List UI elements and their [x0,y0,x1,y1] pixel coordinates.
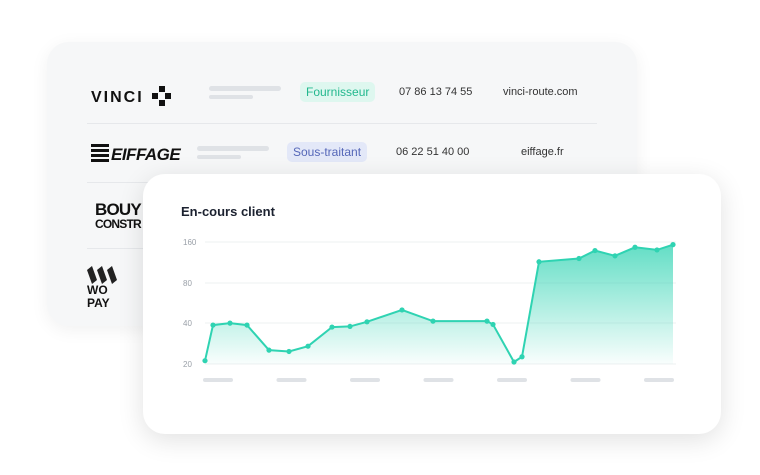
supplier-website[interactable]: vinci-route.com [503,86,578,98]
data-point[interactable] [305,343,311,349]
data-point[interactable] [592,247,598,254]
data-point[interactable] [654,247,660,253]
y-tick-label: 20 [183,360,192,369]
y-tick-label: 40 [183,319,192,328]
data-point[interactable] [511,359,517,365]
data-point[interactable] [266,347,272,353]
data-point[interactable] [430,318,436,324]
data-point[interactable] [202,358,208,364]
data-point[interactable] [399,307,405,313]
data-point[interactable] [576,255,582,262]
placeholder-bar [209,86,281,91]
y-tick-label: 80 [183,279,192,288]
data-point[interactable] [632,244,638,250]
data-point[interactable] [490,321,496,328]
supplier-type-badge: Fournisseur [300,82,376,102]
data-point[interactable] [244,322,250,328]
area-chart: 160 80 40 20 [183,238,676,382]
eiffage-logo-mark [91,144,109,162]
data-point[interactable] [227,320,233,326]
eiffage-logo: EIFFAGE [91,144,181,165]
data-point[interactable] [286,348,292,355]
data-point[interactable] [364,319,370,325]
x-tick-placeholder [570,378,601,382]
data-point[interactable] [536,259,542,265]
wo-pay-logo: WO PAY [87,266,124,310]
y-tick-label: 160 [183,238,197,247]
bouygues-logo-line1: BOUY [95,200,142,219]
placeholder-bar [197,146,269,151]
vinci-logo-mark [152,86,172,106]
x-tick-placeholder [203,378,233,382]
supplier-type-badge: Sous-traitant [287,142,368,162]
wo-pay-logo-line2: PAY [87,296,110,310]
x-tick-placeholder [276,378,307,382]
supplier-phone: 07 86 13 74 55 [399,86,473,98]
data-point[interactable] [670,242,676,248]
chart-card: En-cours client 160 80 40 20 [143,174,721,434]
supplier-phone: 06 22 51 40 00 [396,146,470,158]
x-tick-placeholder [350,378,380,382]
data-point[interactable] [612,253,618,259]
placeholder-bar [197,155,241,159]
vinci-logo: VINCI [91,86,172,107]
x-tick-placeholder [497,378,527,382]
x-tick-placeholder [423,378,454,382]
wo-pay-logo-mark [87,266,117,284]
data-point[interactable] [484,318,490,324]
data-point[interactable] [329,324,335,330]
data-point[interactable] [210,322,216,328]
series-area [205,244,673,364]
data-point[interactable] [519,354,525,360]
placeholder-bar [209,95,253,99]
x-tick-placeholder [644,378,674,382]
bouygues-logo: BOUY CONSTR [95,200,142,232]
data-point[interactable] [347,323,353,330]
bouygues-logo-line2: CONSTR [95,217,142,231]
row-divider [87,123,597,124]
supplier-website[interactable]: eiffage.fr [521,146,564,158]
